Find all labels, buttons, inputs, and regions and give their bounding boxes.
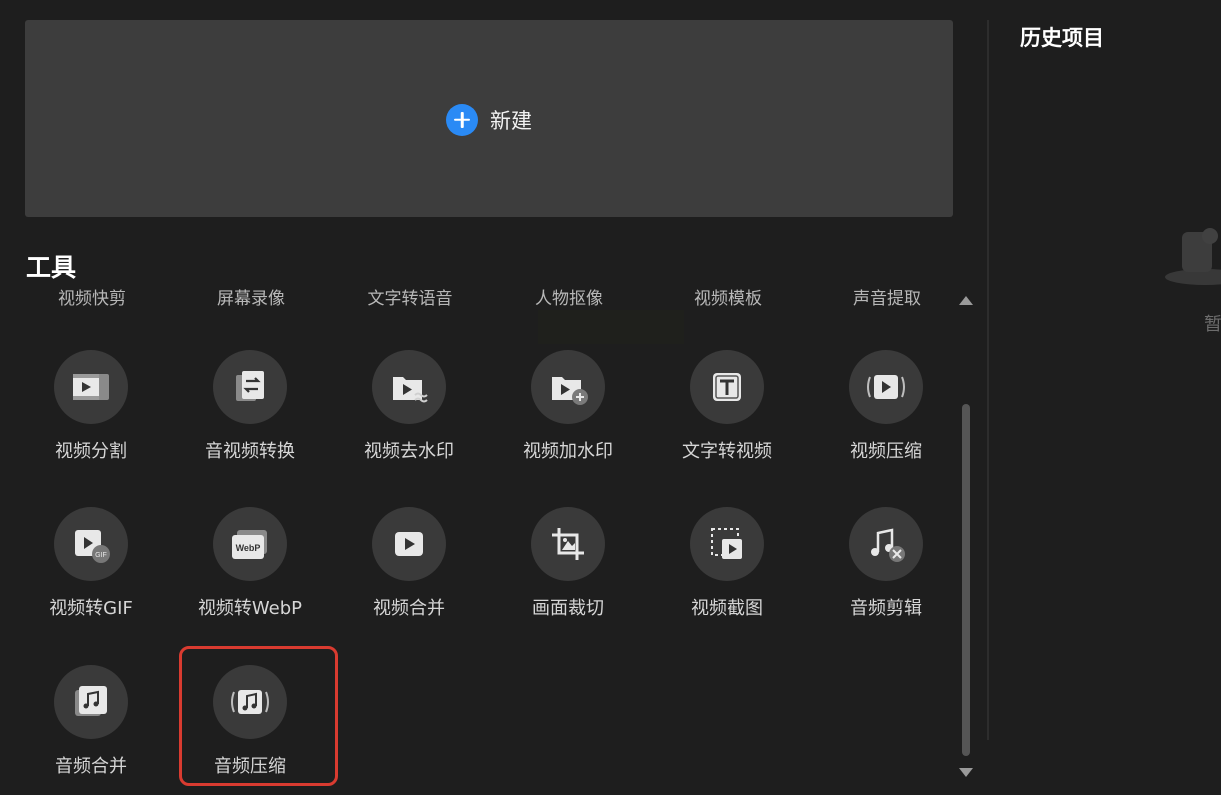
tool-remove-watermark[interactable]: 视频去水印 [334, 350, 484, 470]
new-project-content: 新建 [446, 103, 532, 136]
tool-label: 音视频转换 [205, 441, 295, 462]
audio-merge-icon [54, 665, 128, 739]
format-convert-icon [213, 350, 287, 424]
tool-video-to-webp[interactable]: WebP 视频转WebP [175, 507, 325, 627]
app-window: 新建 工具 视频快剪 屏幕录像 文字转语音 人物抠像 视频模板 声音提取 视频分… [0, 0, 1221, 795]
text-to-video-icon [690, 350, 764, 424]
tool-add-watermark[interactable]: 视频加水印 [493, 350, 643, 470]
tool-video-merge[interactable]: 视频合并 [334, 507, 484, 627]
panel-divider [987, 20, 989, 740]
add-watermark-icon [531, 350, 605, 424]
tool-video-to-gif[interactable]: GIF 视频转GIF [20, 507, 166, 627]
svg-text:WebP: WebP [236, 543, 261, 553]
gif-icon: GIF [54, 507, 128, 581]
tool-crop[interactable]: 画面裁切 [493, 507, 643, 627]
history-title: 历史项目 [1020, 26, 1104, 50]
tool-audio-cut[interactable]: 音频剪辑 [811, 507, 950, 627]
tool-label: 视频压缩 [850, 441, 922, 462]
tool-text-to-video[interactable]: 文字转视频 [652, 350, 802, 470]
audio-cut-icon [849, 507, 923, 581]
screenshot-icon [690, 507, 764, 581]
history-empty-text: 暂 [1204, 314, 1221, 335]
scroll-artifact [538, 310, 684, 344]
tool-label: 画面裁切 [532, 598, 604, 619]
tool-label: 视频去水印 [364, 441, 454, 462]
empty-state-illustration-icon [1165, 228, 1221, 285]
tool-label: 视频截图 [691, 598, 763, 619]
tool-video-split[interactable]: 视频分割 [20, 350, 166, 470]
tool-label: 视频转WebP [197, 598, 303, 619]
tools-grid: 视频快剪 屏幕录像 文字转语音 人物抠像 视频模板 声音提取 视频分割 音视频转… [20, 280, 950, 795]
tool-audio-merge[interactable]: 音频合并 [20, 665, 166, 785]
tool-label: 音频剪辑 [850, 598, 922, 619]
audio-compress-icon [213, 665, 287, 739]
video-compress-icon [849, 350, 923, 424]
tool-label-partial[interactable]: 屏幕录像 [181, 284, 321, 309]
webp-icon: WebP [213, 507, 287, 581]
tool-label: 视频分割 [55, 441, 127, 462]
crop-icon [531, 507, 605, 581]
video-split-icon [54, 350, 128, 424]
tool-label-partial[interactable]: 人物抠像 [499, 284, 639, 309]
new-project-label: 新建 [490, 108, 532, 133]
tool-label-partial[interactable]: 文字转语音 [340, 284, 480, 309]
tool-audio-compress[interactable]: 音频压缩 [175, 665, 325, 785]
tool-format-convert[interactable]: 音视频转换 [175, 350, 325, 470]
tool-label: 视频合并 [373, 598, 445, 619]
tool-label: 文字转视频 [682, 441, 772, 462]
remove-watermark-icon [372, 350, 446, 424]
tool-label: 视频转GIF [49, 598, 133, 619]
tool-label-partial[interactable]: 视频快剪 [22, 284, 162, 309]
scrollbar-thumb[interactable] [962, 404, 970, 756]
scroll-down-arrow-icon[interactable] [958, 765, 974, 779]
tool-video-compress[interactable]: 视频压缩 [811, 350, 950, 470]
tool-label-partial[interactable]: 视频模板 [658, 284, 798, 309]
new-project-card[interactable]: 新建 [25, 20, 953, 217]
svg-text:GIF: GIF [95, 552, 107, 559]
tool-label: 音频合并 [55, 756, 127, 777]
tool-label-partial[interactable]: 声音提取 [817, 284, 950, 309]
tool-video-screenshot[interactable]: 视频截图 [652, 507, 802, 627]
plus-circle-icon [446, 103, 478, 136]
tool-label: 视频加水印 [523, 441, 613, 462]
video-merge-icon [372, 507, 446, 581]
partial-tools-row: 视频快剪 屏幕录像 文字转语音 人物抠像 视频模板 声音提取 [20, 284, 950, 310]
scroll-up-arrow-icon[interactable] [958, 294, 974, 308]
tools-section-title: 工具 [26, 253, 77, 282]
tool-label: 音频压缩 [214, 756, 286, 777]
